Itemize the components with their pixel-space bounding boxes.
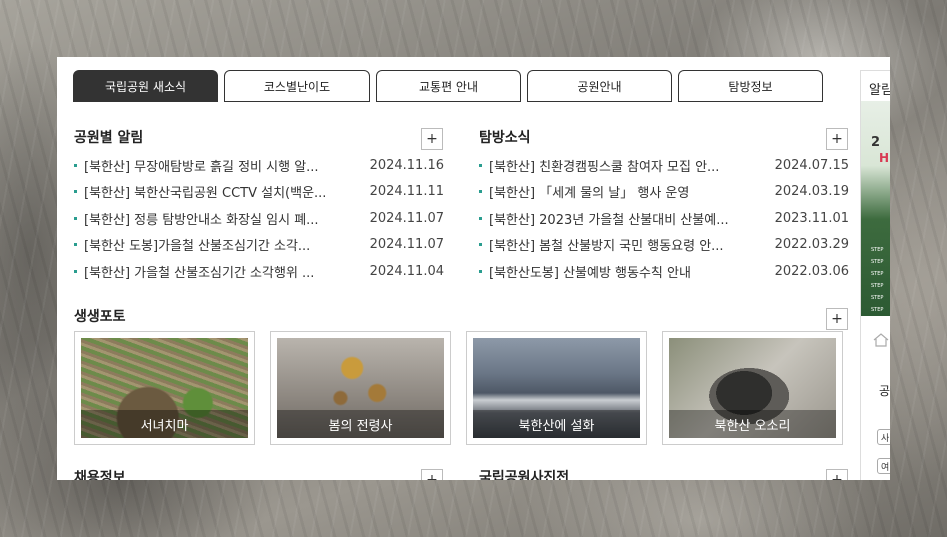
news-date: 2022.03.06 xyxy=(774,263,849,279)
list-item[interactable]: [북한산] 2023년 가을철 산불대비 산불예... 2023.11.01 xyxy=(479,205,849,232)
notice-date: 2024.11.11 xyxy=(369,184,444,200)
list-item[interactable]: [북한산도봉] 산불예방 행동수칙 안내 2022.03.06 xyxy=(479,258,849,285)
visit-news-more-button[interactable]: + xyxy=(826,128,848,150)
notice-date: 2024.11.04 xyxy=(369,263,444,279)
side-section-label: 공 xyxy=(879,384,890,398)
visit-news-list: [북한산] 친환경캠핑스쿨 참여자 모집 안... 2024.07.15 [북한산… xyxy=(479,152,849,285)
list-item[interactable]: [북한산] 친환경캠핑스쿨 참여자 모집 안... 2024.07.15 xyxy=(479,152,849,179)
photo-image: 북한산에 설화 xyxy=(473,338,640,438)
park-notices-more-button[interactable]: + xyxy=(421,128,443,150)
news-title[interactable]: [북한산] 2023년 가을철 산불대비 산불예... xyxy=(489,209,729,228)
notice-title[interactable]: [북한산] 정릉 탐방안내소 화장실 임시 폐... xyxy=(84,209,319,228)
news-title[interactable]: [북한산] 친환경캠핑스쿨 참여자 모집 안... xyxy=(489,156,719,175)
banner-step: STEP xyxy=(871,283,884,289)
bullet-icon xyxy=(479,269,482,273)
tab-visit-info[interactable]: 탐방정보 xyxy=(678,70,823,102)
banner-text: 2 xyxy=(871,135,881,150)
photo-card[interactable]: 북한산에 설화 xyxy=(466,331,647,445)
news-date: 2022.03.29 xyxy=(774,237,849,253)
photo-image: 봄의 전령사 xyxy=(277,338,444,438)
photos-more-button[interactable]: + xyxy=(826,308,848,330)
visit-news-title: 탐방소식 xyxy=(479,130,531,146)
photo-contest-more-button[interactable]: + xyxy=(826,469,848,480)
photo-card[interactable]: 서녀치마 xyxy=(74,331,255,445)
tab-park-news[interactable]: 국립공원 새소식 xyxy=(73,70,218,102)
photos-title: 생생포토 xyxy=(74,309,126,325)
news-title[interactable]: [북한산] 「세계 물의 날」 행사 운영 xyxy=(489,182,689,201)
bullet-icon xyxy=(479,216,482,220)
tab-park-info[interactable]: 공원안내 xyxy=(527,70,672,102)
bullet-icon xyxy=(74,190,77,194)
news-title[interactable]: [북한산도봉] 산불예방 행동수칙 안내 xyxy=(489,262,691,281)
photo-caption: 서녀치마 xyxy=(81,410,248,438)
news-panel: 국립공원 새소식 코스별난이도 교통편 안내 공원안내 탐방정보 공원별 알림 … xyxy=(57,57,890,480)
side-banner[interactable]: 2 H STEP STEP STEP STEP STEP STEP xyxy=(861,101,890,316)
photo-image: 서녀치마 xyxy=(81,338,248,438)
bullet-icon xyxy=(74,269,77,273)
news-title[interactable]: [북한산] 봄철 산불방지 국민 행동요령 안... xyxy=(489,235,724,254)
photo-caption: 북한산 오소리 xyxy=(669,410,836,438)
photo-caption: 북한산에 설화 xyxy=(473,410,640,438)
tab-course-difficulty[interactable]: 코스별난이도 xyxy=(224,70,370,102)
photo-contest-title: 국립공원사진전 xyxy=(479,470,570,480)
bullet-icon xyxy=(479,243,482,247)
banner-step: STEP xyxy=(871,247,884,253)
tab-bar: 국립공원 새소식 코스별난이도 교통편 안내 공원안내 탐방정보 xyxy=(73,70,823,102)
news-date: 2023.11.01 xyxy=(774,210,849,226)
news-date: 2024.03.19 xyxy=(774,184,849,200)
photo-card[interactable]: 북한산 오소리 xyxy=(662,331,843,445)
jobs-title: 채용정보 xyxy=(74,470,126,480)
bullet-icon xyxy=(479,163,482,167)
list-item[interactable]: [북한산 도봉]가을철 산불조심기간 소각... 2024.11.07 xyxy=(74,232,444,259)
side-notice-widget: 알림 2 H STEP STEP STEP STEP STEP STEP 공 사… xyxy=(860,70,890,480)
banner-step: STEP xyxy=(871,271,884,277)
home-icon[interactable] xyxy=(873,333,889,347)
notice-title[interactable]: [북한산 도봉]가을철 산불조심기간 소각... xyxy=(84,235,310,254)
list-item[interactable]: [북한산] 북한산국립공원 CCTV 설치(백운... 2024.11.11 xyxy=(74,179,444,206)
bullet-icon xyxy=(74,216,77,220)
notice-title[interactable]: [북한산] 북한산국립공원 CCTV 설치(백운... xyxy=(84,182,326,201)
bullet-icon xyxy=(479,190,482,194)
banner-step: STEP xyxy=(871,295,884,301)
side-notice-label: 알림 xyxy=(869,83,890,98)
photo-image: 북한산 오소리 xyxy=(669,338,836,438)
news-date: 2024.07.15 xyxy=(774,157,849,173)
banner-step: STEP xyxy=(871,307,884,313)
jobs-more-button[interactable]: + xyxy=(421,469,443,480)
list-item[interactable]: [북한산] 무장애탐방로 흙길 정비 시행 알... 2024.11.16 xyxy=(74,152,444,179)
list-item[interactable]: [북한산] 봄철 산불방지 국민 행동요령 안... 2022.03.29 xyxy=(479,232,849,259)
tab-transport[interactable]: 교통편 안내 xyxy=(376,70,521,102)
notice-date: 2024.11.07 xyxy=(369,237,444,253)
side-pill-button[interactable]: 여 xyxy=(877,458,890,474)
list-item[interactable]: [북한산] 정릉 탐방안내소 화장실 임시 폐... 2024.11.07 xyxy=(74,205,444,232)
notice-date: 2024.11.16 xyxy=(369,157,444,173)
side-pill-button[interactable]: 사 xyxy=(877,429,890,445)
photo-caption: 봄의 전령사 xyxy=(277,410,444,438)
photo-card[interactable]: 봄의 전령사 xyxy=(270,331,451,445)
list-item[interactable]: [북한산] 가을철 산불조심기간 소각행위 ... 2024.11.04 xyxy=(74,258,444,285)
notice-title[interactable]: [북한산] 무장애탐방로 흙길 정비 시행 알... xyxy=(84,156,319,175)
bullet-icon xyxy=(74,243,77,247)
list-item[interactable]: [북한산] 「세계 물의 날」 행사 운영 2024.03.19 xyxy=(479,179,849,206)
banner-step: STEP xyxy=(871,259,884,265)
park-notices-list: [북한산] 무장애탐방로 흙길 정비 시행 알... 2024.11.16 [북한… xyxy=(74,152,444,285)
park-notices-title: 공원별 알림 xyxy=(74,130,144,146)
bullet-icon xyxy=(74,163,77,167)
banner-text: H xyxy=(879,151,890,165)
notice-title[interactable]: [북한산] 가을철 산불조심기간 소각행위 ... xyxy=(84,262,314,281)
notice-date: 2024.11.07 xyxy=(369,210,444,226)
